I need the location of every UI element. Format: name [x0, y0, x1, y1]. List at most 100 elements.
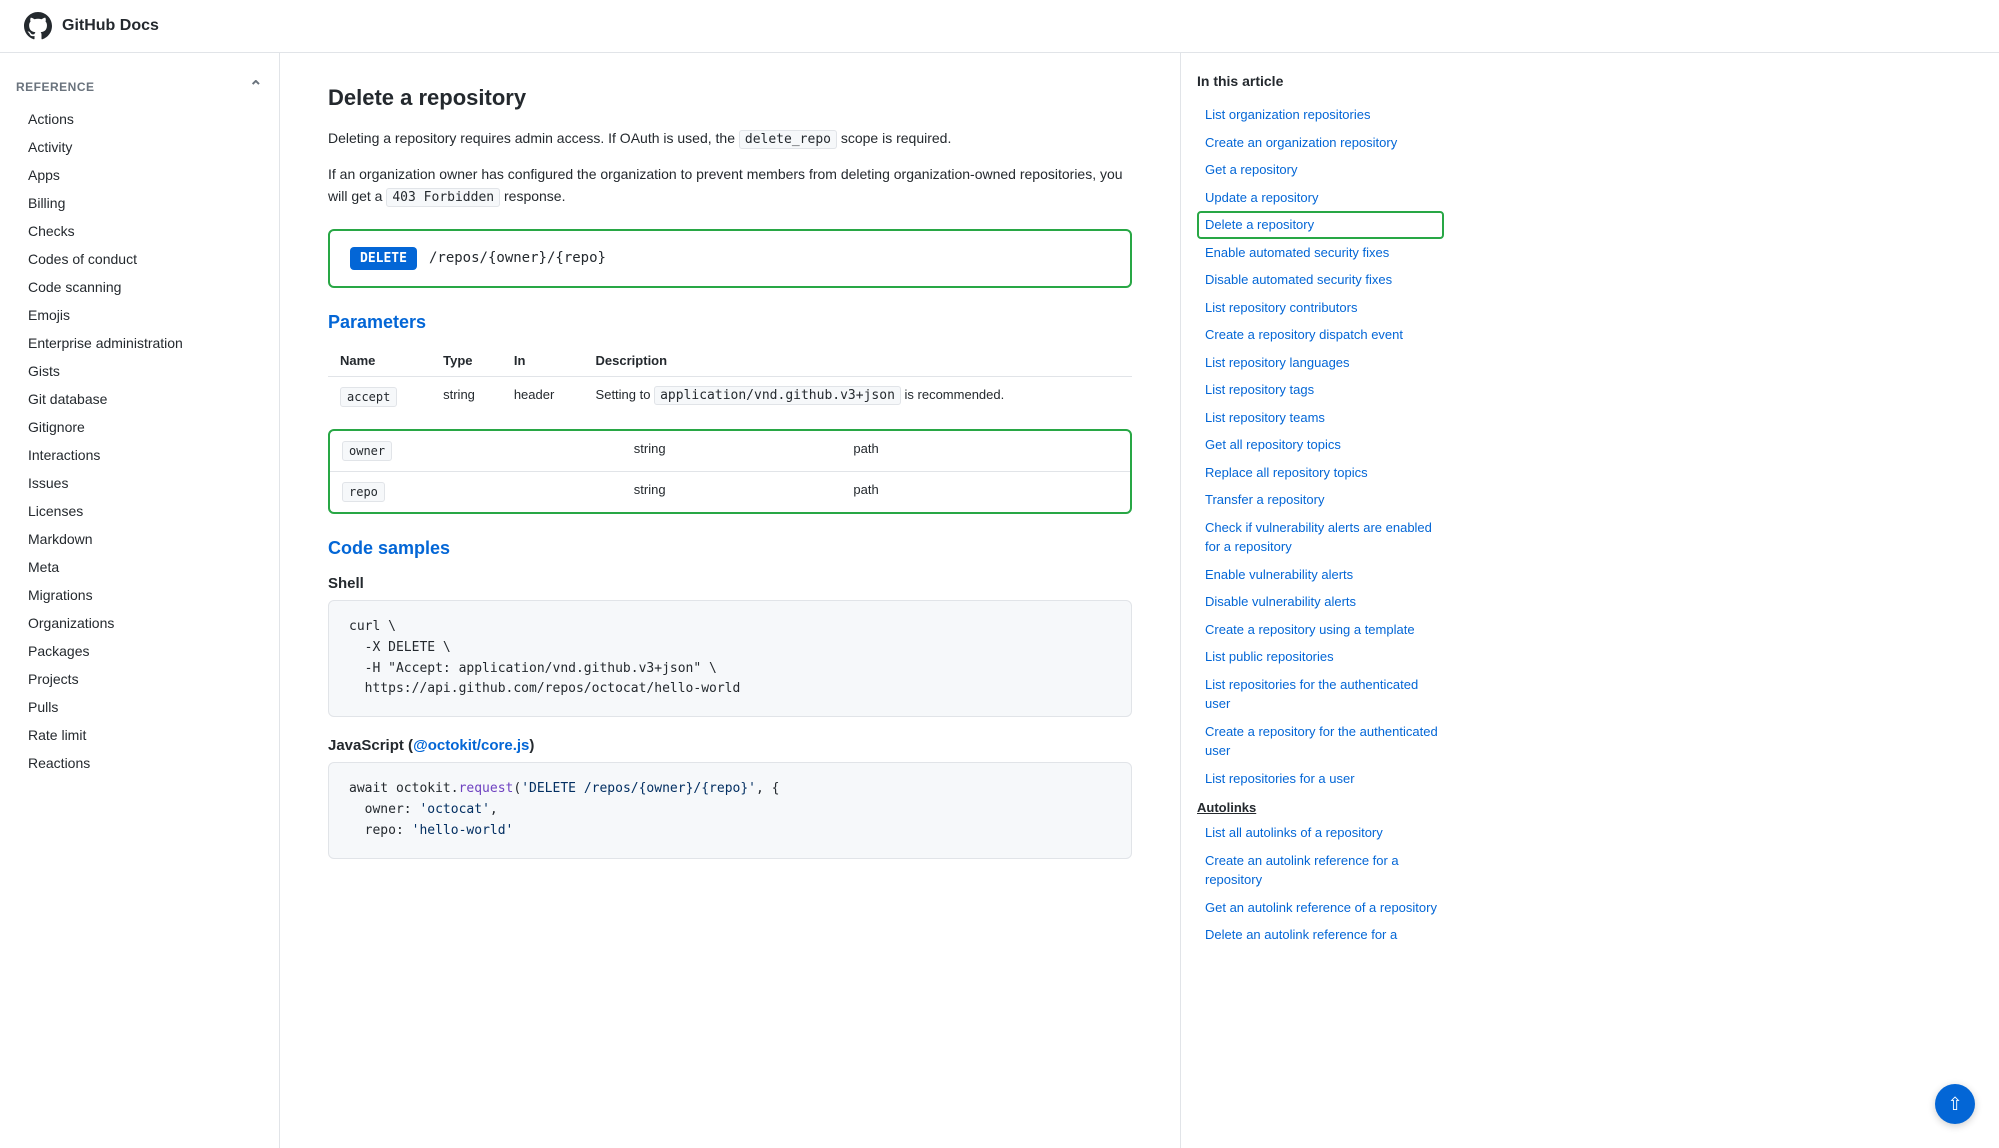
params-table-header: Name Type In Description: [328, 345, 1132, 377]
main-content: Delete a repository Deleting a repositor…: [280, 53, 1180, 1148]
sidebar-item[interactable]: Apps: [0, 161, 279, 189]
param-description: Setting to application/vnd.github.v3+jso…: [584, 376, 1132, 417]
forbidden-code: 403 Forbidden: [386, 188, 500, 207]
collapse-icon[interactable]: ⌃: [249, 77, 263, 97]
scroll-top-icon: ⇧: [1947, 1094, 1962, 1115]
toc-item[interactable]: List repository teams: [1197, 404, 1444, 432]
desc1b-text: scope is required.: [841, 130, 952, 146]
toc-item[interactable]: Enable automated security fixes: [1197, 239, 1444, 267]
param-name: accept: [340, 387, 397, 407]
sidebar-item[interactable]: Pulls: [0, 693, 279, 721]
toc-item[interactable]: List repository tags: [1197, 376, 1444, 404]
sidebar-item[interactable]: Enterprise administration: [0, 329, 279, 357]
highlighted-params: owner string path repo string path: [328, 429, 1132, 514]
toc-item[interactable]: List repositories for the authenticated …: [1197, 671, 1444, 718]
sidebar-item[interactable]: Markdown: [0, 525, 279, 553]
code-samples-section-title[interactable]: Code samples: [328, 538, 1132, 559]
toc-item[interactable]: List repository contributors: [1197, 294, 1444, 322]
sidebar-item[interactable]: Rate limit: [0, 721, 279, 749]
sidebar-section-header: REFERENCE ⌃: [0, 69, 279, 105]
sidebar-item[interactable]: Projects: [0, 665, 279, 693]
toc-item[interactable]: Create a repository for the authenticate…: [1197, 718, 1444, 765]
sidebar-item[interactable]: Migrations: [0, 581, 279, 609]
endpoint-box: DELETE /repos/{owner}/{repo}: [328, 229, 1132, 288]
toc-item[interactable]: Create an organization repository: [1197, 129, 1444, 157]
toc-item[interactable]: Get an autolink reference of a repositor…: [1197, 894, 1444, 922]
desc2b-text: response.: [504, 188, 565, 204]
toc-item[interactable]: List repository languages: [1197, 349, 1444, 377]
toc-items: List organization repositoriesCreate an …: [1197, 101, 1444, 949]
toc-item[interactable]: List public repositories: [1197, 643, 1444, 671]
toc-item[interactable]: Transfer a repository: [1197, 486, 1444, 514]
toc-item[interactable]: Create an autolink reference for a repos…: [1197, 847, 1444, 894]
param-in: path: [841, 471, 1035, 512]
site-title: GitHub Docs: [62, 17, 159, 35]
params-table-body: accept string header Setting to applicat…: [328, 376, 1132, 417]
left-sidebar: REFERENCE ⌃ ActionsActivityAppsBillingCh…: [0, 53, 280, 1148]
sidebar-items: ActionsActivityAppsBillingChecksCodes of…: [0, 105, 279, 777]
sidebar-item[interactable]: Reactions: [0, 749, 279, 777]
col-in: In: [502, 345, 584, 377]
toc-item[interactable]: Disable vulnerability alerts: [1197, 588, 1444, 616]
toc-item[interactable]: Enable vulnerability alerts: [1197, 561, 1444, 589]
sidebar-item[interactable]: Emojis: [0, 301, 279, 329]
col-description: Description: [584, 345, 1132, 377]
param-name-owner: owner: [342, 441, 392, 461]
toc-item[interactable]: Create a repository dispatch event: [1197, 321, 1444, 349]
toc-title: In this article: [1197, 73, 1444, 89]
js-code-block: await octokit.request('DELETE /repos/{ow…: [328, 762, 1132, 858]
toc-item[interactable]: Replace all repository topics: [1197, 459, 1444, 487]
toc-item[interactable]: Check if vulnerability alerts are enable…: [1197, 514, 1444, 561]
sidebar-item[interactable]: Actions: [0, 105, 279, 133]
sidebar-item[interactable]: Checks: [0, 217, 279, 245]
description-paragraph-1: Deleting a repository requires admin acc…: [328, 127, 1132, 151]
page-title: Delete a repository: [328, 85, 1132, 111]
toc-group-label: Autolinks: [1197, 792, 1444, 819]
toc-item[interactable]: Get a repository: [1197, 156, 1444, 184]
sidebar-item[interactable]: Billing: [0, 189, 279, 217]
toc-item[interactable]: Delete a repository: [1197, 211, 1444, 239]
desc1-text: Deleting a repository requires admin acc…: [328, 130, 735, 146]
highlighted-params-table: owner string path repo string path: [330, 431, 1130, 512]
sidebar-item[interactable]: Issues: [0, 469, 279, 497]
sidebar-item[interactable]: Gists: [0, 357, 279, 385]
param-type: string: [622, 431, 842, 472]
octokit-link[interactable]: @octokit/core.js: [413, 737, 529, 754]
toc-item[interactable]: List repositories for a user: [1197, 765, 1444, 793]
right-sidebar: In this article List organization reposi…: [1180, 53, 1460, 1148]
param-name-cell: owner: [330, 431, 622, 472]
sidebar-item[interactable]: Licenses: [0, 497, 279, 525]
param-name-cell: accept: [328, 376, 431, 417]
sidebar-item[interactable]: Codes of conduct: [0, 245, 279, 273]
sidebar-item[interactable]: Meta: [0, 553, 279, 581]
toc-item[interactable]: Delete an autolink reference for a: [1197, 921, 1444, 949]
params-table: Name Type In Description accept string h…: [328, 345, 1132, 417]
toc-item[interactable]: Get all repository topics: [1197, 431, 1444, 459]
top-bar: GitHub Docs: [0, 0, 1999, 53]
toc-item[interactable]: List organization repositories: [1197, 101, 1444, 129]
highlighted-params-body: owner string path repo string path: [330, 431, 1130, 512]
sidebar-item[interactable]: Git database: [0, 385, 279, 413]
sidebar-item[interactable]: Gitignore: [0, 413, 279, 441]
table-row: repo string path: [330, 471, 1130, 512]
toc-item[interactable]: Update a repository: [1197, 184, 1444, 212]
layout: REFERENCE ⌃ ActionsActivityAppsBillingCh…: [0, 53, 1999, 1148]
parameters-section-title[interactable]: Parameters: [328, 312, 1132, 333]
table-row: accept string header Setting to applicat…: [328, 376, 1132, 417]
scroll-top-button[interactable]: ⇧: [1935, 1084, 1975, 1124]
sidebar-section-label: REFERENCE: [16, 80, 95, 94]
delete-repo-code: delete_repo: [739, 130, 837, 149]
sidebar-item[interactable]: Activity: [0, 133, 279, 161]
github-icon: [24, 12, 52, 40]
sidebar-item[interactable]: Interactions: [0, 441, 279, 469]
sidebar-item[interactable]: Packages: [0, 637, 279, 665]
toc-item[interactable]: List all autolinks of a repository: [1197, 819, 1444, 847]
param-name-cell: repo: [330, 471, 622, 512]
toc-item[interactable]: Create a repository using a template: [1197, 616, 1444, 644]
logo-area[interactable]: GitHub Docs: [24, 12, 159, 40]
js-label-text: JavaScript: [328, 737, 404, 754]
sidebar-item[interactable]: Organizations: [0, 609, 279, 637]
toc-item[interactable]: Disable automated security fixes: [1197, 266, 1444, 294]
table-row: owner string path: [330, 431, 1130, 472]
sidebar-item[interactable]: Code scanning: [0, 273, 279, 301]
